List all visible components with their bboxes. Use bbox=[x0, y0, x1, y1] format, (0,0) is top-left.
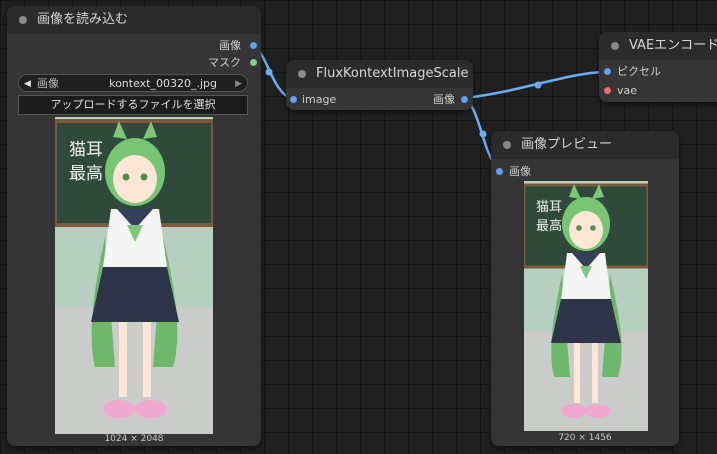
preview-board-text-1: 猫耳 bbox=[536, 200, 562, 215]
board-text-1: 猫耳 bbox=[69, 140, 103, 160]
vae-encode-node[interactable]: VAEエンコード ピクセル vae bbox=[599, 32, 717, 102]
node-collapse-dot[interactable] bbox=[298, 70, 306, 78]
wire-midpoint-1 bbox=[265, 68, 273, 76]
input-pixels-dot[interactable] bbox=[604, 68, 611, 75]
combo-right-arrow-icon[interactable]: ▶ bbox=[235, 75, 242, 93]
input-image-label: image bbox=[302, 93, 337, 106]
input-vae-dot[interactable] bbox=[604, 87, 611, 94]
output-image-port[interactable]: 画像 bbox=[219, 39, 241, 53]
input-image-dot[interactable] bbox=[496, 168, 503, 175]
combo-left-arrow-icon[interactable]: ◀ bbox=[24, 75, 31, 93]
upload-file-button[interactable]: アップロードするファイルを選択 bbox=[18, 95, 248, 115]
preview-size-caption: 720 × 1456 bbox=[558, 433, 612, 443]
flux-kontext-image-scale-node[interactable]: FluxKontextImageScale image 画像 bbox=[286, 60, 473, 110]
output-image-dot[interactable] bbox=[250, 42, 257, 49]
input-image-dot[interactable] bbox=[290, 96, 297, 103]
output-mask-dot[interactable] bbox=[250, 59, 257, 66]
input-image-port[interactable]: 画像 bbox=[509, 165, 531, 179]
input-pixels-port[interactable]: ピクセル bbox=[617, 65, 661, 79]
input-vae-port[interactable]: vae bbox=[617, 84, 637, 98]
wire-midpoint-3 bbox=[479, 130, 487, 138]
combo-value: kontext_00320_.jpg bbox=[109, 77, 217, 90]
output-image-dot[interactable] bbox=[461, 96, 468, 103]
output-image-label: 画像 bbox=[219, 39, 241, 52]
load-image-size-caption: 1024 × 2048 bbox=[104, 434, 164, 444]
image-preview-title-bar[interactable]: 画像プレビュー bbox=[491, 131, 679, 159]
load-image-node[interactable]: 画像を読み込む 画像 マスク ◀ 画像 kontext_00320_.jpg ▶… bbox=[7, 6, 261, 446]
output-mask-port[interactable]: マスク bbox=[208, 56, 241, 70]
flux-kontext-title: FluxKontextImageScale bbox=[316, 66, 469, 81]
board-text-2: 最高! bbox=[69, 164, 110, 184]
input-image-port[interactable]: image bbox=[302, 93, 336, 107]
output-image-label: 画像 bbox=[433, 93, 455, 106]
preview-image: 猫耳 最高! bbox=[524, 181, 648, 431]
load-image-title-bar[interactable]: 画像を読み込む bbox=[7, 6, 261, 34]
image-combo[interactable]: ◀ 画像 kontext_00320_.jpg ▶ bbox=[18, 74, 248, 92]
combo-label: 画像 bbox=[37, 77, 59, 90]
upload-button-label: アップロードするファイルを選択 bbox=[50, 98, 216, 111]
node-collapse-dot[interactable] bbox=[19, 16, 27, 24]
output-mask-label: マスク bbox=[208, 56, 241, 69]
wire-midpoint-2 bbox=[534, 81, 542, 89]
vae-encode-title-bar[interactable]: VAEエンコード bbox=[599, 32, 717, 60]
load-image-title: 画像を読み込む bbox=[37, 12, 129, 27]
node-collapse-dot[interactable] bbox=[503, 141, 511, 149]
vae-encode-title: VAEエンコード bbox=[629, 38, 717, 53]
anime-girl-illustration: 猫耳 最高! bbox=[55, 117, 213, 434]
input-pixels-label: ピクセル bbox=[617, 65, 661, 78]
image-preview-node[interactable]: 画像プレビュー 画像 猫耳 最高! 720 × 1456 bbox=[491, 131, 679, 446]
input-vae-label: vae bbox=[617, 84, 638, 97]
node-collapse-dot[interactable] bbox=[611, 42, 619, 50]
input-image-label: 画像 bbox=[509, 165, 531, 178]
flux-kontext-title-bar[interactable]: FluxKontextImageScale bbox=[286, 60, 473, 88]
image-preview-title: 画像プレビュー bbox=[521, 137, 613, 152]
loaded-image-preview: 猫耳 最高! bbox=[55, 117, 213, 434]
anime-girl-preview-illustration: 猫耳 最高! bbox=[524, 181, 648, 431]
output-image-port[interactable]: 画像 bbox=[433, 93, 455, 107]
